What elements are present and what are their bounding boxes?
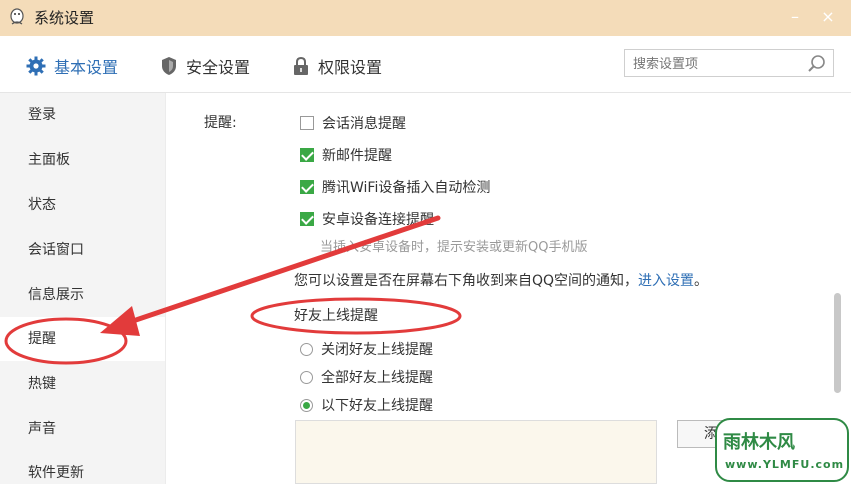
checkbox-label: 会话消息提醒 — [322, 116, 406, 132]
checkbox[interactable] — [300, 212, 314, 226]
search-box — [624, 49, 834, 77]
tab-label: 基本设置 — [54, 58, 119, 77]
checkbox-android-connect-reminder[interactable]: 安卓设备连接提醒 — [300, 209, 434, 229]
radio-button[interactable] — [300, 398, 313, 412]
checkbox-label: 安卓设备连接提醒 — [322, 212, 434, 228]
tab-permission-settings[interactable]: 权限设置 — [292, 54, 382, 78]
checkbox[interactable] — [300, 180, 314, 194]
qzone-notice: 您可以设置是否在屏幕右下角收到来自QQ空间的通知，进入设置。 — [294, 270, 708, 290]
radio-label: 全部好友上线提醒 — [321, 370, 433, 386]
shield-icon — [162, 57, 176, 75]
sidebar: 登录 主面板 状态 会话窗口 信息展示 提醒 热键 声音 软件更新 — [0, 93, 166, 484]
reminder-section-label: 提醒: — [204, 115, 237, 131]
sidebar-item-software-update[interactable]: 软件更新 — [0, 451, 165, 495]
radio-close-friend-online[interactable]: 关闭好友上线提醒 — [300, 339, 433, 359]
sidebar-item-chat-window[interactable]: 会话窗口 — [0, 228, 165, 272]
checkbox-new-mail-reminder[interactable]: 新邮件提醒 — [300, 145, 392, 165]
sidebar-item-info-display[interactable]: 信息展示 — [0, 273, 165, 317]
checkbox-wifi-device-detect[interactable]: 腾讯WiFi设备插入自动检测 — [300, 177, 490, 197]
checkbox[interactable] — [300, 148, 314, 162]
qq-penguin-icon — [10, 8, 24, 25]
sidebar-item-hotkeys[interactable]: 热键 — [0, 362, 165, 406]
watermark-url: www.YLMFU.com — [725, 458, 845, 471]
tab-basic-settings[interactable]: 基本设置 — [26, 54, 118, 78]
friend-online-section-title: 好友上线提醒 — [294, 308, 378, 324]
sidebar-item-sound[interactable]: 声音 — [0, 407, 165, 451]
sidebar-item-main-panel[interactable]: 主面板 — [0, 138, 165, 182]
search-input[interactable] — [631, 53, 805, 75]
window-title: 系统设置 — [34, 9, 95, 27]
checkbox-chat-message-reminder[interactable]: 会话消息提醒 — [300, 113, 406, 133]
gear-icon — [26, 56, 46, 76]
tab-security-settings[interactable]: 安全设置 — [160, 54, 250, 78]
lock-icon — [294, 56, 308, 75]
radio-label: 以下好友上线提醒 — [321, 398, 433, 414]
radio-button[interactable] — [300, 342, 313, 356]
radio-button[interactable] — [300, 370, 313, 384]
title-bar: 系统设置 – × — [0, 0, 851, 37]
tab-label: 安全设置 — [186, 58, 251, 77]
minimize-button[interactable]: – — [785, 8, 805, 26]
watermark-brand: 雨林木风 — [723, 432, 795, 453]
qzone-notice-end: 。 — [694, 273, 709, 289]
search-icon[interactable] — [807, 54, 827, 74]
friend-list-box[interactable] — [295, 420, 657, 484]
radio-selected-friends-online[interactable]: 以下好友上线提醒 — [300, 395, 433, 415]
checkbox-label: 腾讯WiFi设备插入自动检测 — [322, 180, 491, 196]
checkbox-label: 新邮件提醒 — [322, 148, 392, 164]
android-hint-text: 当插入安卓设备时，提示安装或更新QQ手机版 — [320, 240, 588, 255]
toolbar: 基本设置 安全设置 权限设置 — [0, 36, 851, 93]
sidebar-item-status[interactable]: 状态 — [0, 183, 165, 227]
radio-all-friends-online[interactable]: 全部好友上线提醒 — [300, 367, 433, 387]
sidebar-item-login[interactable]: 登录 — [0, 93, 165, 137]
watermark-logo: 雨林木风 www.YLMFU.com — [715, 418, 849, 482]
checkbox[interactable] — [300, 116, 314, 130]
sidebar-item-reminder[interactable]: 提醒 — [0, 317, 165, 361]
tab-label: 权限设置 — [318, 58, 383, 77]
close-button[interactable]: × — [818, 8, 838, 26]
qzone-notice-text: 您可以设置是否在屏幕右下角收到来自QQ空间的通知， — [294, 273, 639, 289]
qzone-settings-link[interactable]: 进入设置 — [638, 273, 694, 289]
radio-label: 关闭好友上线提醒 — [321, 342, 433, 358]
scrollbar-thumb[interactable] — [834, 293, 841, 393]
